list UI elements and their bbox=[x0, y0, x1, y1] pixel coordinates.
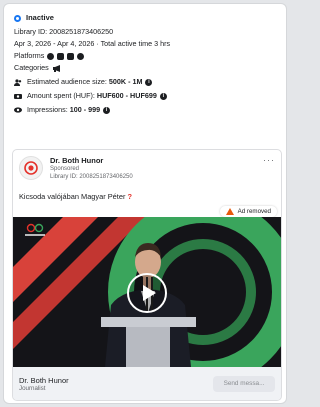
library-id: Library ID: 2008251873406250 bbox=[14, 27, 114, 36]
info-icon[interactable]: i bbox=[103, 106, 111, 114]
question-mark: ? bbox=[127, 192, 132, 201]
money-icon bbox=[14, 92, 22, 100]
eye-icon bbox=[14, 106, 22, 114]
megaphone-icon bbox=[52, 64, 62, 72]
ad-header: Dr. Both Hunor Sponsored Library ID: 200… bbox=[13, 150, 281, 186]
ad-text-content: Kicsoda valójában Magyar Péter bbox=[19, 192, 128, 201]
page-name[interactable]: Dr. Both Hunor bbox=[50, 156, 133, 165]
people-icon bbox=[14, 78, 22, 86]
send-message-button[interactable]: Send messa... bbox=[213, 375, 275, 392]
instagram-icon bbox=[57, 52, 65, 60]
ad-meta: Inactive Library ID: 2008251873406250 Ap… bbox=[4, 4, 286, 116]
impressions-label: Impressions: bbox=[27, 105, 68, 114]
info-icon[interactable]: i bbox=[159, 92, 167, 100]
impressions-row: Impressions: 100 - 999 i bbox=[14, 104, 276, 116]
facebook-icon bbox=[47, 52, 55, 60]
page-avatar[interactable] bbox=[19, 156, 43, 180]
ad-removed-label: Ad removed bbox=[237, 208, 271, 215]
audience-network-icon bbox=[67, 52, 75, 60]
footer-subtitle: Journalist bbox=[19, 384, 46, 392]
platforms-label: Platforms bbox=[14, 51, 45, 60]
categories-label: Categories bbox=[14, 63, 49, 72]
amount-label: Amount spent (HUF): bbox=[27, 91, 95, 100]
more-options-button[interactable]: ··· bbox=[263, 156, 275, 186]
footer-page-name: Dr. Both Hunor bbox=[19, 375, 69, 385]
ad-preview: Dr. Both Hunor Sponsored Library ID: 200… bbox=[12, 149, 282, 401]
ad-library-card: Inactive Library ID: 2008251873406250 Ap… bbox=[3, 3, 287, 404]
categories-row: Categories bbox=[14, 62, 276, 74]
ad-library-id: Library ID: 2008251873406250 bbox=[50, 174, 133, 180]
audience-row: Estimated audience size: 500K - 1M i bbox=[14, 76, 276, 88]
ad-footer: Dr. Both Hunor Journalist Send messa... bbox=[13, 367, 281, 400]
sponsored-label: Sponsored bbox=[50, 166, 80, 172]
ad-text: Kicsoda valójában Magyar Péter ? bbox=[13, 186, 281, 206]
platforms-row: Platforms bbox=[14, 50, 276, 62]
audience-value: 500K - 1M bbox=[108, 77, 143, 86]
play-button[interactable] bbox=[127, 273, 167, 313]
play-icon bbox=[143, 285, 156, 301]
status-row: Inactive bbox=[14, 12, 276, 24]
amount-row: Amount spent (HUF): HUF600 - HUF699 i bbox=[14, 90, 276, 102]
date-range: Apr 3, 2026 - Apr 4, 2026 · Total active… bbox=[14, 39, 171, 48]
impressions-value: 100 - 999 bbox=[69, 105, 101, 114]
messenger-icon bbox=[77, 52, 85, 60]
info-icon[interactable]: i bbox=[145, 78, 153, 86]
audience-label: Estimated audience size: bbox=[27, 77, 107, 86]
amount-value: HUF600 - HUF699 bbox=[96, 91, 157, 100]
status-label: Inactive bbox=[26, 13, 54, 22]
status-dot-icon bbox=[14, 14, 21, 22]
warning-icon bbox=[225, 208, 234, 215]
video-media[interactable] bbox=[13, 217, 281, 367]
ad-removed-badge: Ad removed bbox=[219, 206, 277, 217]
